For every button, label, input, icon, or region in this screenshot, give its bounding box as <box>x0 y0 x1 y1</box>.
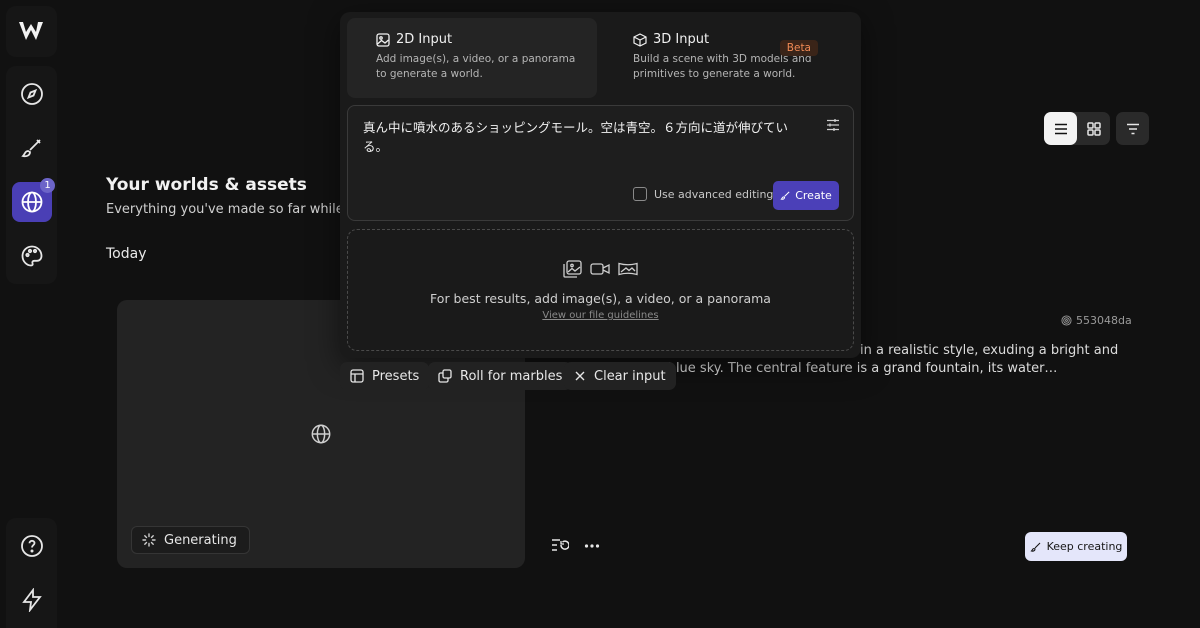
create-button[interactable]: Create <box>773 181 839 210</box>
lightning-icon <box>22 588 42 612</box>
presets-button[interactable]: Presets <box>340 362 430 390</box>
sidebar-item-worlds[interactable]: 1 <box>12 178 55 222</box>
world-description-line-1: in a realistic style, exuding a bright a… <box>860 343 1119 358</box>
cube-icon <box>633 32 647 47</box>
images-icon <box>563 260 582 278</box>
compass-icon <box>21 83 43 105</box>
palette-icon <box>21 245 43 267</box>
roll-for-marbles-button[interactable]: Roll for marbles <box>428 362 573 390</box>
tab-2d-description-2: to generate a world. <box>376 68 483 80</box>
prompt-text-line-1: 真ん中に噴水のあるショッピングモール。空は青空。６方向に道が伸びてい <box>363 120 789 135</box>
presets-label: Presets <box>372 368 420 384</box>
status-label: Generating <box>164 532 237 548</box>
roll-label: Roll for marbles <box>460 368 563 384</box>
globe-icon <box>21 191 43 213</box>
tab-3d-description-2: primitives to generate a world. <box>633 68 796 80</box>
close-icon <box>575 371 585 381</box>
tab-2d-label: 2D Input <box>396 32 453 47</box>
list-icon <box>1054 123 1067 134</box>
grid-view-button[interactable] <box>1077 112 1110 145</box>
create-world-panel: 2D Input Add image(s), a video, or a pan… <box>340 12 861 358</box>
video-icon <box>590 263 610 275</box>
create-label: Create <box>795 189 832 202</box>
file-drop-zone[interactable]: For best results, add image(s), a video,… <box>347 229 854 351</box>
tab-2d-input[interactable]: 2D Input Add image(s), a video, or a pan… <box>347 18 597 98</box>
dice-icon <box>438 369 452 383</box>
page-subtitle: Everything you've made so far while crea <box>106 202 377 217</box>
tab-3d-input[interactable]: 3D Input Build a scene with 3D models an… <box>604 18 854 98</box>
tab-2d-description-1: Add image(s), a video, or a panorama <box>376 53 576 65</box>
list-view-button[interactable] <box>1044 112 1077 145</box>
history-icon <box>552 539 569 551</box>
advanced-editing-checkbox[interactable] <box>633 187 647 201</box>
world-id: 553048da <box>1061 314 1132 327</box>
world-id-text: 553048da <box>1076 314 1132 327</box>
filter-icon <box>1126 123 1139 134</box>
file-guidelines-link[interactable]: View our file guidelines <box>348 310 853 321</box>
sidebar-bottom <box>6 518 57 628</box>
clear-input-button[interactable]: Clear input <box>564 362 676 390</box>
grid-icon <box>1086 121 1101 136</box>
advanced-editing-label: Use advanced editing <box>654 187 774 201</box>
page-title: Your worlds & assets <box>106 175 307 195</box>
beta-badge: Beta <box>779 40 818 56</box>
help-icon <box>21 535 43 557</box>
brush-icon <box>1030 542 1040 552</box>
view-toggle <box>1044 112 1110 145</box>
globe-icon <box>310 423 332 449</box>
sidebar-nav: 1 <box>6 66 57 284</box>
brush-icon <box>21 139 41 158</box>
generating-status: Generating <box>131 526 250 554</box>
clear-label: Clear input <box>594 368 666 384</box>
sidebar-item-explore[interactable] <box>12 74 52 114</box>
fingerprint-icon <box>1061 315 1072 326</box>
notification-badge: 1 <box>40 178 55 193</box>
sidebar-item-assets[interactable] <box>12 236 52 276</box>
section-heading-today: Today <box>106 246 147 262</box>
more-options-button[interactable] <box>584 538 600 554</box>
tab-3d-label: 3D Input <box>653 32 710 47</box>
upgrade-button[interactable] <box>12 580 52 620</box>
keep-creating-label: Keep creating <box>1046 540 1123 553</box>
brush-icon <box>780 191 790 200</box>
prompt-text-line-2: る。 <box>363 139 389 154</box>
more-icon <box>584 544 600 548</box>
settings-sliders-button[interactable] <box>826 117 840 136</box>
keep-creating-button[interactable]: Keep creating <box>1025 532 1127 561</box>
layout-icon <box>350 369 364 383</box>
advanced-editing-toggle[interactable]: Use advanced editing <box>633 187 773 201</box>
image-icon <box>376 32 390 47</box>
drop-zone-text: For best results, add image(s), a video,… <box>430 291 771 306</box>
brand-logo[interactable] <box>18 20 44 46</box>
filter-button[interactable] <box>1116 112 1149 145</box>
sliders-icon <box>827 119 839 131</box>
logo-block <box>6 6 57 57</box>
help-button[interactable] <box>12 526 52 566</box>
sidebar-item-create[interactable] <box>12 128 52 168</box>
panorama-icon <box>618 262 638 276</box>
history-button[interactable] <box>551 538 569 554</box>
prompt-input[interactable]: 真ん中に噴水のあるショッピングモール。空は青空。６方向に道が伸びてい る。 Us… <box>347 105 854 221</box>
spinner-icon <box>142 533 156 547</box>
